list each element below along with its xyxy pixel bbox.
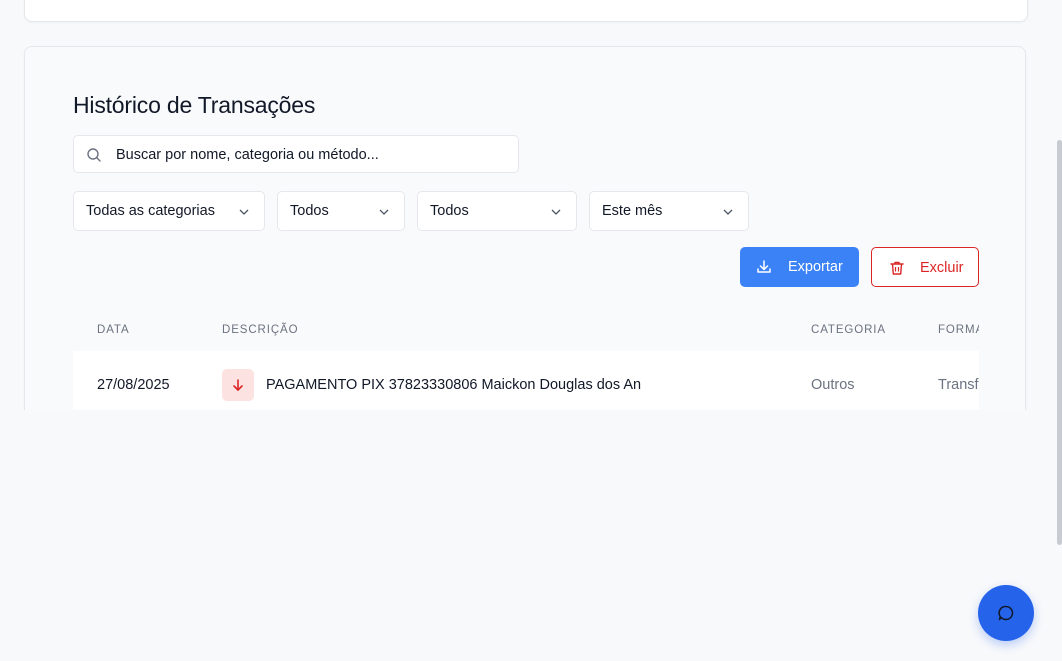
chat-icon — [998, 605, 1014, 621]
period-filter-value: Este mês — [602, 203, 663, 219]
row-category: Outros — [811, 377, 855, 393]
chevron-down-icon — [723, 209, 733, 215]
category-filter-value: Todas as categorias — [86, 203, 215, 219]
scrollbar[interactable] — [1057, 0, 1062, 661]
scrollbar-thumb[interactable] — [1057, 140, 1062, 545]
period-filter-select[interactable]: Este mês — [589, 191, 749, 231]
chevron-down-icon — [239, 209, 249, 215]
download-icon — [757, 260, 771, 273]
page-background — [0, 410, 1062, 661]
expense-badge — [222, 369, 254, 401]
method-filter-select[interactable]: Todos — [417, 191, 577, 231]
row-description: PAGAMENTO PIX 37823330806 Maickon Dougla… — [266, 377, 642, 393]
row-method: Transf — [938, 377, 979, 393]
export-button[interactable]: Exportar — [740, 247, 859, 287]
category-filter-select[interactable]: Todas as categorias — [73, 191, 265, 231]
chat-button[interactable] — [978, 585, 1034, 641]
type-filter-value: Todos — [290, 203, 329, 219]
table-row[interactable]: 27/08/2025 PAGAMENTO PIX 37823330806 Mai… — [73, 351, 979, 410]
page-title: Histórico de Transações — [73, 92, 316, 118]
summary-card — [24, 0, 1028, 22]
delete-button-label: Excluir — [920, 260, 964, 276]
column-header-method: FORMA — [938, 324, 979, 336]
row-date: 27/08/2025 — [97, 377, 170, 393]
method-filter-value: Todos — [430, 203, 469, 219]
search-input[interactable] — [114, 136, 513, 174]
column-header-date: DATA — [97, 324, 130, 336]
delete-button[interactable]: Excluir — [871, 247, 979, 287]
search-icon — [87, 148, 101, 162]
arrow-down-icon — [233, 379, 243, 391]
export-button-label: Exportar — [788, 259, 843, 275]
column-header-category: CATEGORIA — [811, 324, 886, 336]
search-bar[interactable] — [73, 135, 519, 174]
chevron-down-icon — [379, 209, 389, 215]
column-header-description: DESCRIÇÃO — [222, 324, 299, 336]
type-filter-select[interactable]: Todos — [277, 191, 405, 231]
chevron-down-icon — [551, 209, 561, 215]
transactions-table: DATA DESCRIÇÃO CATEGORIA FORMA 27/08/202… — [73, 300, 979, 410]
trash-icon — [890, 261, 904, 275]
